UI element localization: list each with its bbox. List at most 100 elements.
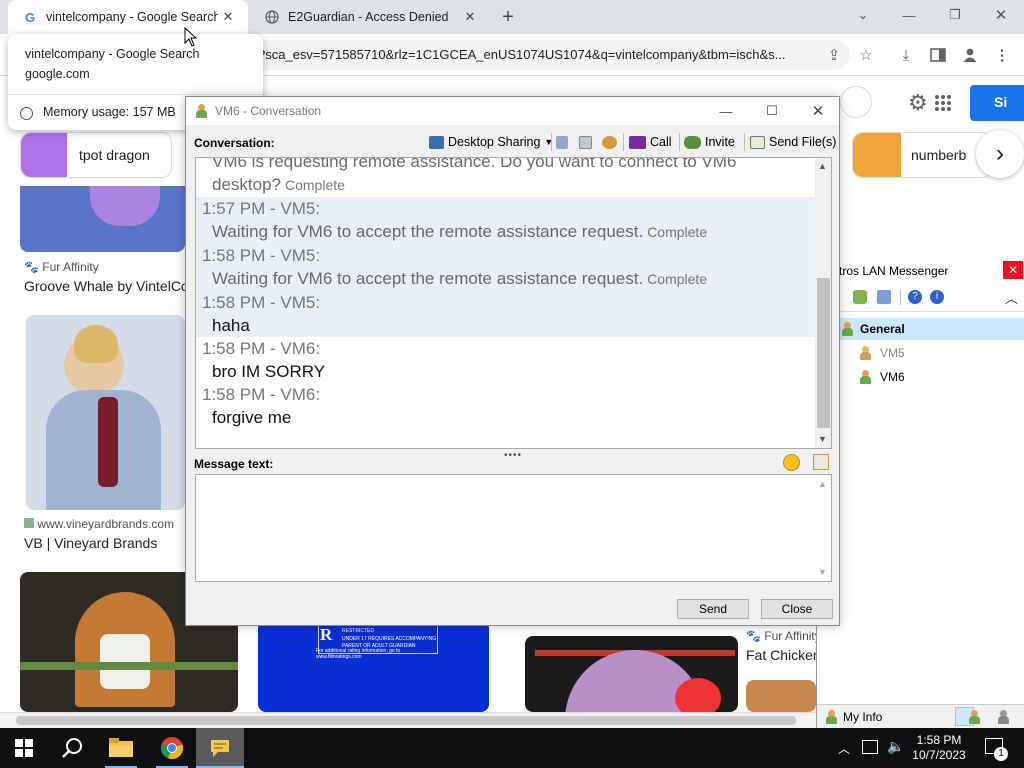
- conversation-maximize-button[interactable]: ☐: [749, 97, 795, 125]
- message-entry: 1:58 PM - VM6: bro IM SORRY: [196, 337, 816, 383]
- invite-people-icon: [684, 135, 701, 149]
- add-contact-icon[interactable]: [853, 290, 867, 304]
- start-button[interactable]: [0, 728, 48, 768]
- paw-icon: 🐾: [746, 629, 761, 643]
- message-text: Waiting for VM6 to accept the remote ass…: [212, 269, 644, 288]
- message-body: desktop? Complete: [202, 173, 816, 197]
- invite-button[interactable]: Invite: [684, 133, 735, 151]
- emoticon-icon[interactable]: [783, 454, 800, 471]
- close-button[interactable]: Close: [761, 599, 833, 619]
- related-chip-numberb[interactable]: numberb: [852, 132, 992, 178]
- info-icon[interactable]: i: [930, 290, 944, 304]
- chrome-menu-icon[interactable]: ⋮: [991, 44, 1013, 66]
- message-text: bro IM SORRY: [212, 362, 326, 381]
- contact-offline-icon: [859, 346, 871, 360]
- conversation-close-button[interactable]: ✕: [795, 97, 841, 125]
- new-tab-button[interactable]: +: [496, 5, 520, 29]
- font-style-icon[interactable]: [813, 454, 829, 470]
- clock[interactable]: 1:58 PM 10/7/2023: [905, 733, 973, 763]
- hover-card-memory: Memory usage: 157 MB: [43, 105, 176, 119]
- history-icon: [556, 135, 568, 149]
- tab-google-search[interactable]: G vintelcompany - Google Search ✕: [8, 0, 248, 34]
- save-conversation-button[interactable]: [579, 133, 596, 151]
- tray-chevron-icon[interactable]: ︿: [838, 740, 850, 757]
- sign-in-button[interactable]: Si: [970, 85, 1024, 121]
- collapse-chevron-icon[interactable]: ︿: [1005, 288, 1018, 307]
- result-image-vineyard-brands[interactable]: [26, 315, 185, 510]
- tab-search-icon[interactable]: ⌄: [840, 0, 886, 30]
- volume-muted-icon[interactable]: 🔈: [887, 738, 904, 755]
- side-panel-icon[interactable]: [927, 44, 949, 66]
- conversation-history[interactable]: VM6 is requesting remote assistance. Do …: [195, 157, 832, 449]
- apps-grid-icon[interactable]: [934, 94, 952, 112]
- send-files-button[interactable]: Send File(s): [750, 133, 836, 151]
- conversation-title: VM6 - Conversation: [215, 104, 322, 118]
- result-source: 🐾 Fur Affinity: [24, 260, 99, 274]
- result-image-fat-chicken[interactable]: [525, 636, 738, 712]
- share-icon[interactable]: ⇪: [823, 44, 845, 66]
- conversation-minimize-button[interactable]: —: [703, 97, 749, 125]
- save-icon: [579, 135, 592, 149]
- send-button[interactable]: Send: [677, 599, 749, 619]
- chrome-taskbar-button[interactable]: [148, 728, 196, 768]
- contact-name: VM5: [880, 346, 905, 360]
- contact-group-general[interactable]: General: [817, 318, 1024, 340]
- my-info-label[interactable]: My Info: [843, 710, 882, 724]
- history-icon[interactable]: [877, 290, 891, 304]
- download-icon[interactable]: ⤓: [895, 44, 917, 66]
- call-button[interactable]: Call: [629, 133, 672, 151]
- contact-vm6[interactable]: VM6: [859, 370, 905, 384]
- invite-label: Invite: [705, 135, 735, 149]
- lan-close-button[interactable]: ✕: [1003, 261, 1023, 279]
- close-tab-icon[interactable]: ✕: [460, 7, 480, 27]
- splitter-grip[interactable]: ••••: [504, 450, 522, 461]
- result-image-groove-whale[interactable]: [20, 186, 185, 252]
- scroll-down-arrow-icon[interactable]: ▼: [818, 434, 827, 444]
- message-status: Complete: [647, 271, 708, 287]
- input-scroll-down-icon: ▼: [818, 567, 827, 577]
- scrollbar-thumb[interactable]: [817, 278, 830, 428]
- close-tab-icon[interactable]: ✕: [218, 7, 238, 27]
- send-file-icon: [750, 135, 765, 149]
- restore-button[interactable]: ❐: [932, 0, 978, 30]
- network-icon[interactable]: [862, 740, 878, 754]
- chips-next-button[interactable]: ›: [976, 130, 1024, 178]
- history-scrollbar[interactable]: ▲ ▼: [815, 158, 831, 448]
- site-favicon-icon: [24, 518, 34, 528]
- message-input[interactable]: ▲ ▼: [195, 474, 832, 582]
- result-title[interactable]: VB | Vineyard Brands: [24, 535, 157, 551]
- tab-e2guardian[interactable]: E2Guardian - Access Denied ✕: [250, 0, 490, 34]
- history-button[interactable]: [556, 133, 572, 151]
- minimize-button[interactable]: —: [886, 0, 932, 30]
- message-body: bro IM SORRY: [202, 360, 816, 383]
- rating-letter: R: [320, 625, 333, 644]
- help-icon[interactable]: ?: [908, 290, 922, 304]
- desktop-sharing-button[interactable]: Desktop Sharing ▼: [429, 133, 553, 151]
- desktop-sharing-label: Desktop Sharing: [448, 135, 541, 149]
- file-explorer-button[interactable]: [97, 728, 145, 768]
- folder-icon: [109, 738, 133, 757]
- toolbar-separator: [679, 133, 680, 151]
- message-body: haha: [202, 314, 816, 337]
- broadcast-button[interactable]: [602, 133, 621, 151]
- monitor-icon: [429, 135, 444, 149]
- search-button[interactable]: [48, 728, 96, 768]
- result-image-partial[interactable]: [746, 680, 816, 712]
- scroll-up-arrow-icon[interactable]: ▲: [818, 161, 827, 171]
- gear-icon[interactable]: ⚙: [908, 92, 934, 116]
- search-icon: [62, 738, 82, 758]
- result-title[interactable]: Groove Whale by VintelCo: [24, 278, 185, 294]
- bookmark-star-icon[interactable]: ☆: [855, 44, 877, 66]
- profile-icon[interactable]: [959, 44, 981, 66]
- hover-card-domain: google.com: [25, 67, 90, 81]
- contact-vm5[interactable]: VM5: [859, 346, 905, 360]
- page-horizontal-scrollbar[interactable]: [0, 712, 816, 728]
- result-image-rating[interactable]: R RESTRICTED UNDER 17 REQUIRES ACCOMPANY…: [258, 620, 489, 712]
- video-camera-icon: [629, 135, 646, 149]
- windows-logo-icon: [15, 739, 33, 757]
- lan-messenger-taskbar-button[interactable]: [196, 728, 244, 768]
- result-title[interactable]: Fat Chicken: [746, 647, 821, 663]
- related-chip-tpot-dragon[interactable]: tpot dragon: [20, 132, 172, 178]
- close-window-button[interactable]: ✕: [978, 0, 1024, 30]
- message-status: Complete: [285, 177, 345, 193]
